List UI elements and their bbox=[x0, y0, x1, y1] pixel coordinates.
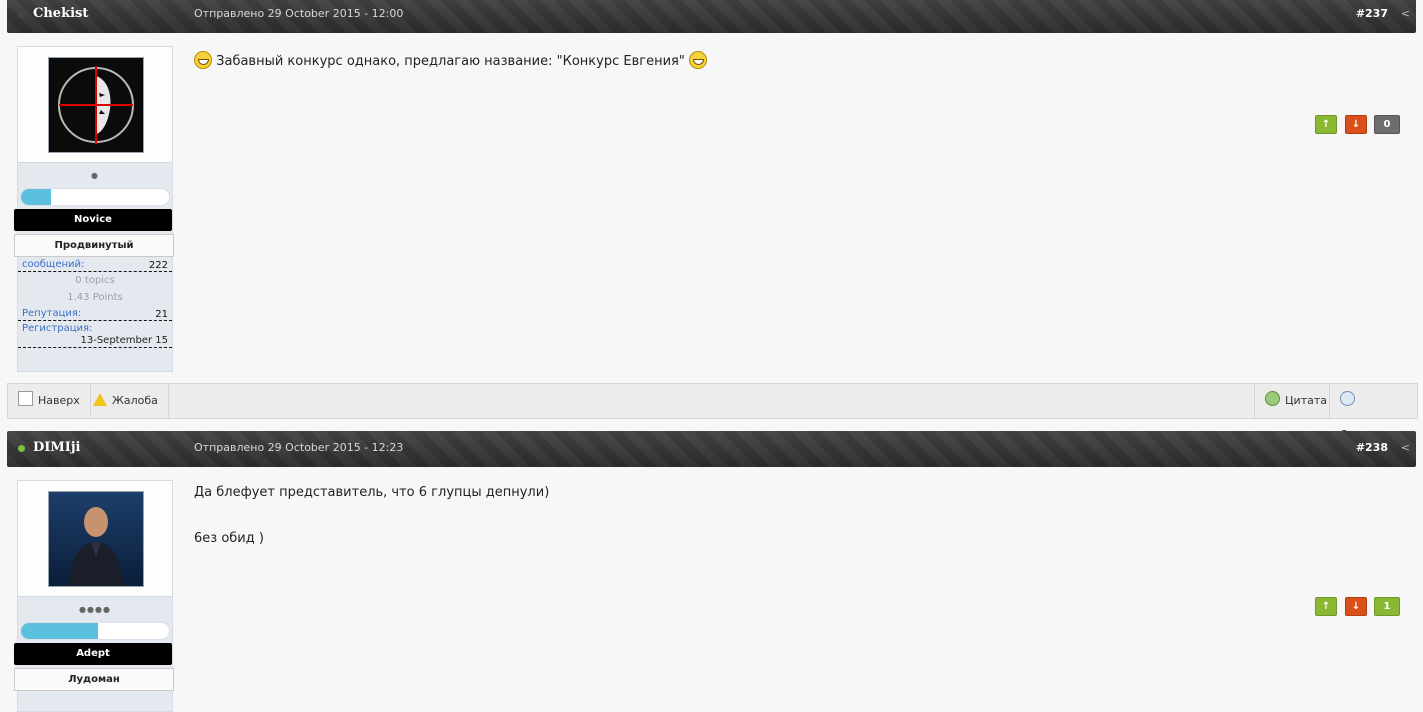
reply-button[interactable]: Ответить bbox=[1329, 384, 1417, 441]
status-dot bbox=[18, 11, 25, 18]
posts-label[interactable]: сообщений: bbox=[22, 259, 84, 270]
quote-label: Цитата bbox=[1285, 394, 1327, 407]
smiley-icon bbox=[194, 51, 212, 69]
member-group: Продвинутый bbox=[14, 234, 174, 257]
avatar-area bbox=[18, 481, 172, 597]
report-button[interactable]: Жалоба bbox=[83, 384, 169, 418]
vote-score: 0 bbox=[1374, 115, 1400, 134]
arrow-up-icon: ↑ bbox=[1321, 601, 1331, 612]
avatar[interactable] bbox=[48, 57, 144, 153]
reply-icon bbox=[1340, 391, 1355, 406]
arrow-down-icon: ↓ bbox=[1351, 601, 1361, 612]
arrow-down-icon: ↓ bbox=[1351, 119, 1361, 130]
reputation: Репутация: 21 bbox=[18, 306, 172, 321]
back-to-top-label: Наверх bbox=[38, 394, 80, 407]
post-date: Отправлено 29 October 2015 - 12:23 bbox=[194, 441, 404, 454]
post-body: Забавный конкурс однако, предлагаю назва… bbox=[194, 51, 707, 69]
rank-pips: ● bbox=[91, 171, 99, 180]
points-count: 1.43 Points bbox=[67, 292, 123, 303]
post-237: Chekist Отправлено 29 October 2015 - 12:… bbox=[7, 0, 1418, 441]
reputation-value: 21 bbox=[155, 309, 168, 320]
author-profile: ● Novice Продвинутый сообщений: 222 0 to… bbox=[14, 46, 174, 372]
progress-fill bbox=[21, 623, 98, 639]
vote-up-button[interactable]: ↑ bbox=[1315, 115, 1337, 134]
post-header: Chekist Отправлено 29 October 2015 - 12:… bbox=[7, 0, 1416, 33]
post-header: DIMIji Отправлено 29 October 2015 - 12:2… bbox=[7, 431, 1416, 467]
registration-value: 13-September 15 bbox=[18, 335, 172, 348]
registration-label: Регистрация: bbox=[22, 323, 93, 334]
author-profile: ●●●● Adept Лудоман bbox=[14, 480, 174, 712]
posts-value: 222 bbox=[148, 260, 168, 271]
status-dot bbox=[18, 445, 25, 452]
share-icon[interactable]: < bbox=[1401, 441, 1410, 454]
progress-bar bbox=[20, 622, 170, 640]
vote-score: 1 bbox=[1374, 597, 1400, 616]
vote-up-button[interactable]: ↑ bbox=[1315, 597, 1337, 616]
post-number-link[interactable]: #238 bbox=[1356, 441, 1388, 454]
author-name[interactable]: DIMIji bbox=[33, 440, 80, 455]
post-number-link[interactable]: #237 bbox=[1356, 7, 1388, 20]
progress-bar bbox=[20, 188, 170, 206]
posts-count: сообщений: 222 bbox=[18, 257, 172, 272]
post-toolbar: Наверх Жалоба Цитата Ответить bbox=[7, 383, 1418, 441]
post-text-line: 6ез обид ) bbox=[194, 531, 264, 546]
post-text-line: Да блефует представитель, что 6 глупцы д… bbox=[194, 485, 550, 500]
vote-down-button[interactable]: ↓ bbox=[1345, 115, 1367, 134]
reputation-label: Репутация: bbox=[22, 308, 82, 319]
arrow-up-icon: ↑ bbox=[1321, 119, 1331, 130]
report-label: Жалоба bbox=[112, 394, 158, 407]
share-icon[interactable]: < bbox=[1401, 7, 1410, 20]
avatar[interactable] bbox=[48, 491, 144, 587]
registration: Регистрация: bbox=[18, 321, 172, 335]
post-text: Забавный конкурс однако, предлагаю назва… bbox=[216, 54, 685, 69]
post-body: Да блефует представитель, что 6 глупцы д… bbox=[194, 485, 549, 546]
rank-pips: ●●●● bbox=[79, 605, 111, 614]
back-to-top-button[interactable]: Наверх bbox=[8, 384, 91, 418]
progress-fill bbox=[21, 189, 51, 205]
rank-title: Adept bbox=[14, 643, 172, 665]
document-icon bbox=[18, 391, 33, 406]
quote-icon bbox=[1265, 391, 1280, 406]
topics-count: 0 topics bbox=[75, 275, 115, 286]
smiley-icon bbox=[688, 51, 707, 69]
quote-button[interactable]: Цитата bbox=[1254, 384, 1337, 418]
warning-icon bbox=[93, 393, 107, 406]
avatar-area bbox=[18, 47, 172, 163]
member-group: Лудоман bbox=[14, 668, 174, 691]
post-date: Отправлено 29 October 2015 - 12:00 bbox=[194, 7, 404, 20]
post-238: DIMIji Отправлено 29 October 2015 - 12:2… bbox=[7, 431, 1416, 712]
author-name[interactable]: Chekist bbox=[33, 6, 88, 21]
vote-down-button[interactable]: ↓ bbox=[1345, 597, 1367, 616]
rank-title: Novice bbox=[14, 209, 172, 231]
